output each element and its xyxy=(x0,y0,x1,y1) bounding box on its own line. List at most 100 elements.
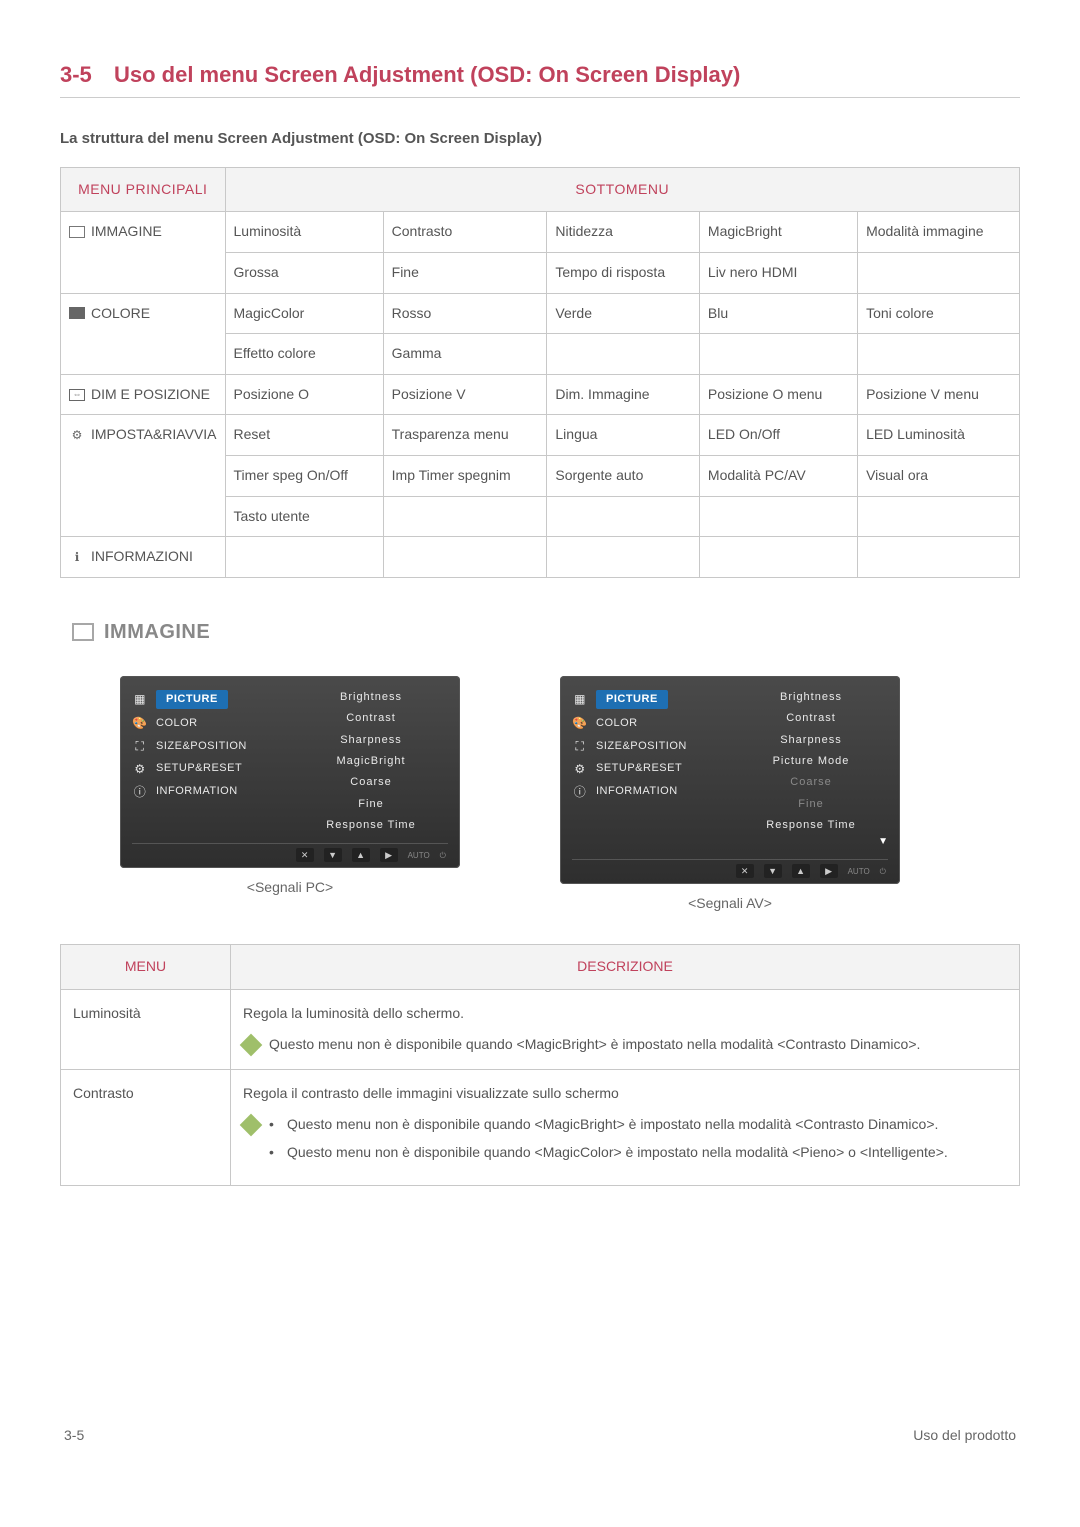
cell: Posizione O xyxy=(225,374,383,415)
note-icon xyxy=(240,1034,263,1057)
osd-tab-active: PICTURE xyxy=(596,690,668,709)
cell: Modalità PC/AV xyxy=(699,455,857,496)
cell: MagicBright xyxy=(699,212,857,253)
section-title: Uso del menu Screen Adjustment (OSD: On … xyxy=(114,60,740,91)
cell xyxy=(383,496,547,537)
th-main: MENU PRINCIPALI xyxy=(61,167,226,212)
osd-option: Fine xyxy=(294,797,448,812)
desc-text: Regola la luminosità dello schermo. Ques… xyxy=(231,989,1020,1069)
cell: Contrasto xyxy=(383,212,547,253)
osd-left-label: SIZE&POSITION xyxy=(156,739,247,754)
osd-option: Coarse xyxy=(734,775,888,790)
desc-menu: Contrasto xyxy=(61,1069,231,1185)
gear-icon xyxy=(69,429,85,441)
immagine-heading: IMMAGINE xyxy=(72,618,1020,646)
osd-nav-button: ✕ xyxy=(296,848,314,862)
cell: Effetto colore xyxy=(225,334,383,375)
osd-nav-button: ▼ xyxy=(764,864,782,878)
osd-left-item: ⓘ INFORMATION xyxy=(572,784,722,801)
osd-option: Fine xyxy=(734,797,888,812)
cell: Dim. Immagine xyxy=(547,374,700,415)
note-text: Questo menu non è disponibile quando <Ma… xyxy=(269,1035,920,1055)
osd-footer-label: AUTO xyxy=(848,866,870,877)
cell: LED On/Off xyxy=(699,415,857,456)
cell xyxy=(699,334,857,375)
osd-left-item: ▦PICTURE xyxy=(132,690,282,709)
immagine-heading-label: IMMAGINE xyxy=(104,618,210,646)
chevron-down-icon: ▼ xyxy=(734,835,888,849)
main-info: INFORMAZIONI xyxy=(61,537,226,578)
osd-pc-caption: <Segnali PC> xyxy=(120,878,460,898)
osd-option: MagicBright xyxy=(294,754,448,769)
cell: LED Luminosità xyxy=(858,415,1020,456)
cell: Toni colore xyxy=(858,293,1020,334)
osd-left-label: COLOR xyxy=(156,716,198,731)
cell: Reset xyxy=(225,415,383,456)
size-icon xyxy=(69,389,85,401)
menu-glyph-icon: 🎨 xyxy=(132,715,148,732)
cell: Posizione V menu xyxy=(858,374,1020,415)
osd-option: Sharpness xyxy=(734,733,888,748)
osd-option: Brightness xyxy=(734,690,888,705)
osd-left-item: 🎨COLOR xyxy=(572,715,722,732)
menu-glyph-icon: ⓘ xyxy=(572,784,588,801)
osd-pc-column: ▦PICTURE🎨COLOR⛶SIZE&POSITION⚙SETUP&RESET… xyxy=(120,676,460,914)
footer-right: Uso del prodotto xyxy=(913,1426,1016,1446)
cell xyxy=(699,496,857,537)
osd-panel-pc: ▦PICTURE🎨COLOR⛶SIZE&POSITION⚙SETUP&RESET… xyxy=(120,676,460,869)
osd-footer-label: AUTO xyxy=(408,850,430,861)
osd-left-item: ▦PICTURE xyxy=(572,690,722,709)
desc-text: Regola il contrasto delle immagini visua… xyxy=(231,1069,1020,1185)
osd-left-label: SIZE&POSITION xyxy=(596,739,687,754)
menu-glyph-icon: ⚙ xyxy=(572,761,588,778)
section-header: 3-5 Uso del menu Screen Adjustment (OSD:… xyxy=(60,60,1020,98)
osd-tab-active: PICTURE xyxy=(156,690,228,709)
osd-footer-label: ⏻ xyxy=(440,850,446,861)
osd-nav-button: ▲ xyxy=(792,864,810,878)
desc-main-text: Regola il contrasto delle immagini visua… xyxy=(243,1084,1007,1104)
page-footer: 3-5 Uso del prodotto xyxy=(60,1426,1020,1446)
osd-left-item: ⛶SIZE&POSITION xyxy=(132,738,282,755)
osd-av-column: ▦PICTURE🎨COLOR⛶SIZE&POSITION⚙SETUP&RESET… xyxy=(560,676,900,914)
osd-left-item: ⓘINFORMATION xyxy=(132,784,282,801)
subtitle: La struttura del menu Screen Adjustment … xyxy=(60,128,1020,149)
cell xyxy=(858,252,1020,293)
cell: Lingua xyxy=(547,415,700,456)
menu-glyph-icon: ⚙ xyxy=(132,761,148,778)
cell: Verde xyxy=(547,293,700,334)
osd-nav-button: ▼ xyxy=(324,848,342,862)
cell xyxy=(858,537,1020,578)
osd-nav-button: ✕ xyxy=(736,864,754,878)
cell: Nitidezza xyxy=(547,212,700,253)
osd-left-label: INFORMATION xyxy=(596,784,678,799)
footer-left: 3-5 xyxy=(64,1426,84,1446)
osd-left-item: 🎨 COLOR xyxy=(132,715,282,732)
desc-menu: Luminosità xyxy=(61,989,231,1069)
cell xyxy=(383,537,547,578)
osd-footer-label: ⏻ xyxy=(880,866,886,877)
cell: Timer speg On/Off xyxy=(225,455,383,496)
cell: Trasparenza menu xyxy=(383,415,547,456)
osd-option: Coarse xyxy=(294,775,448,790)
cell: Imp Timer spegnim xyxy=(383,455,547,496)
cell: Tempo di risposta xyxy=(547,252,700,293)
osd-panel-av: ▦PICTURE🎨COLOR⛶SIZE&POSITION⚙SETUP&RESET… xyxy=(560,676,900,885)
osd-option: Contrast xyxy=(734,711,888,726)
menu-structure-table: MENU PRINCIPALI SOTTOMENU IMMAGINE Lumin… xyxy=(60,167,1020,578)
description-table: MENU DESCRIZIONE Luminosità Regola la lu… xyxy=(60,944,1020,1186)
cell xyxy=(547,334,700,375)
cell: Luminosità xyxy=(225,212,383,253)
picture-icon xyxy=(69,226,85,238)
cell: Modalità immagine xyxy=(858,212,1020,253)
cell: Liv nero HDMI xyxy=(699,252,857,293)
cell: Posizione V xyxy=(383,374,547,415)
osd-nav-button: ▶ xyxy=(820,864,838,878)
note-text: Questo menu non è disponibile quando <Ma… xyxy=(269,1115,948,1135)
picture-icon xyxy=(72,623,94,641)
osd-option: Sharpness xyxy=(294,733,448,748)
cell: Tasto utente xyxy=(225,496,383,537)
osd-nav-button: ▲ xyxy=(352,848,370,862)
info-icon xyxy=(69,551,85,563)
osd-left-label: INFORMATION xyxy=(156,784,238,799)
menu-glyph-icon: 🎨 xyxy=(572,715,588,732)
